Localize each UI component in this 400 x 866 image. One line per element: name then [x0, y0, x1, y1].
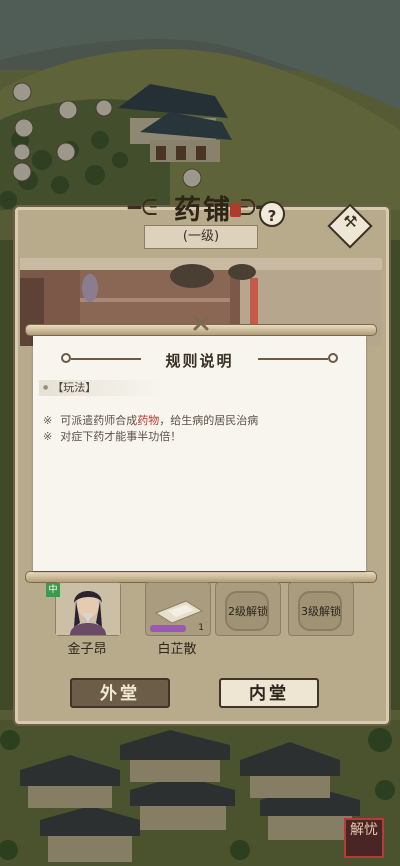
rules-ornament-right: [258, 358, 328, 360]
corner-seal-logo: 解忧: [344, 818, 384, 858]
rules-ornament-dot-right: [328, 353, 338, 363]
medicine-slot[interactable]: 1: [145, 582, 211, 636]
pharmacist-badge: 中: [46, 583, 60, 597]
hammer-icon: ⚒: [343, 212, 358, 232]
pharmacist-portrait: [56, 583, 120, 635]
rule-line-1: ※ 可派遣药师合成药物，给生病的居民治病: [43, 414, 259, 427]
rules-section-label: 【玩法】: [39, 380, 163, 396]
locked-slot-text: 3级解锁: [301, 605, 341, 618]
rules-dialog: 规则说明 【玩法】 ※可派遣药师合成药物，给生病的居民治病 ※对症下药才能事半功…: [33, 336, 366, 571]
shop-level: (一级): [144, 225, 258, 249]
rules-title: 规则说明: [165, 352, 234, 370]
locked-slot-level-2[interactable]: 2级解锁: [215, 582, 281, 636]
medicine-highlight: 药物: [137, 414, 160, 427]
rule-line-2: ※ 对症下药才能事半功倍！: [43, 430, 182, 443]
pharmacist-slot[interactable]: 中: [46, 582, 121, 636]
pharmacist-name: 金子昂: [67, 642, 107, 657]
medicine-count: 1: [198, 623, 204, 633]
tab-inner-hall[interactable]: 内堂: [219, 678, 319, 708]
medicine-name: 白芷散: [157, 642, 197, 657]
title-ornament-left: ━ᕮ: [128, 196, 158, 221]
locked-slot-level-3[interactable]: 3级解锁: [288, 582, 354, 636]
help-button[interactable]: ?: [259, 201, 285, 227]
scroll-knot-icon: [193, 315, 209, 331]
tab-outer-hall[interactable]: 外堂: [70, 678, 170, 708]
locked-slot-text: 2级解锁: [228, 605, 268, 618]
